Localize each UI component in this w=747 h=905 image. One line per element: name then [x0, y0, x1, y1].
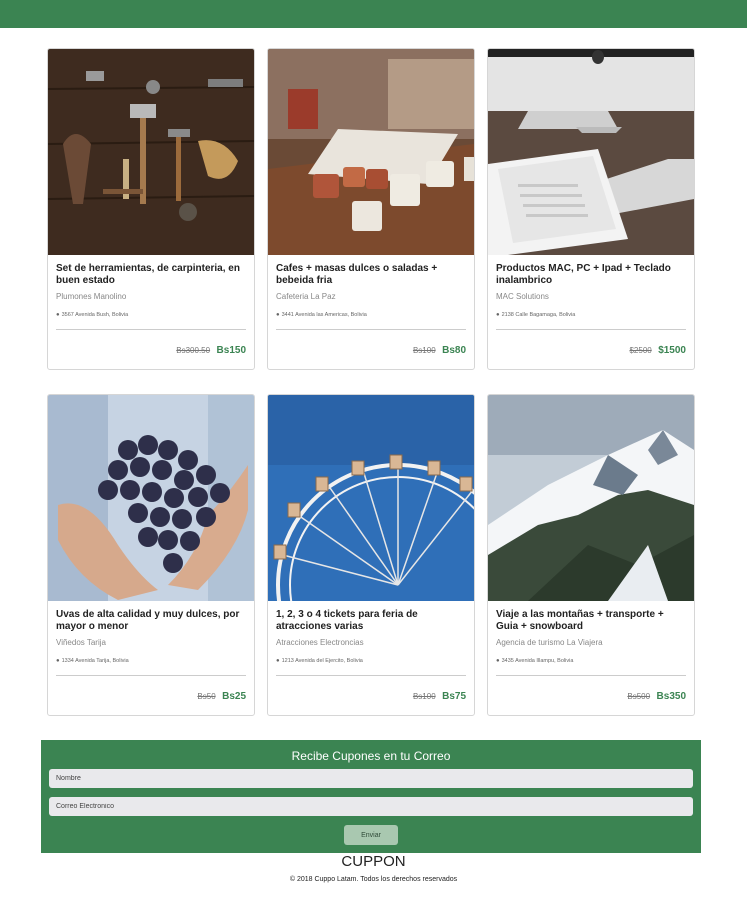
discount-price: Bs25	[222, 691, 246, 702]
map-pin-icon: ●	[56, 658, 60, 664]
vendor-name: Atracciones Electroncias	[276, 638, 364, 647]
divider	[56, 329, 246, 330]
email-field[interactable]	[49, 797, 693, 816]
address-text: 3567 Avenida Bush, Bolivia	[61, 312, 129, 318]
product-title[interactable]: Uvas de alta calidad y muy dulces, por m…	[56, 609, 248, 633]
submit-button[interactable]: Enviar	[344, 825, 398, 845]
address-text: 1213 Avenida del Ejercito, Bolivia	[281, 658, 363, 664]
divider	[496, 329, 686, 330]
address: ● 2138 Calle Bagamaga, Bolivia	[496, 311, 688, 319]
old-price: Bs500	[627, 692, 651, 701]
divider	[496, 675, 686, 676]
discount-price: Bs150	[216, 345, 246, 356]
map-pin-icon: ●	[56, 312, 60, 318]
address: ● 3435 Avenida Illampu, Bolivia	[496, 657, 688, 665]
discount-price: $1500	[658, 345, 686, 356]
address-text: 2138 Calle Bagamaga, Bolivia	[501, 312, 576, 318]
vendor-name: Agencia de turismo La Viajera	[496, 638, 603, 647]
coupon-card[interactable]: Viaje a las montañas + transporte + Guia…	[487, 394, 695, 716]
divider	[276, 675, 466, 676]
discount-price: Bs80	[442, 345, 466, 356]
footer-brand: CUPPON	[341, 853, 406, 870]
coupon-card[interactable]: 1, 2, 3 o 4 tickets para feria de atracc…	[267, 394, 475, 716]
product-image-mountain[interactable]	[488, 395, 694, 601]
old-price: $2500	[629, 346, 652, 355]
coupon-card[interactable]: Productos MAC, PC + Ipad + Teclado inala…	[487, 48, 695, 370]
divider	[276, 329, 466, 330]
price-row: Bs50 Bs25	[197, 686, 246, 704]
coupon-card[interactable]: Uvas de alta calidad y muy dulces, por m…	[47, 394, 255, 716]
product-title[interactable]: Cafes + masas dulces o saladas + bebeida…	[276, 263, 468, 287]
top-header-bar	[0, 0, 747, 28]
vendor-name: MAC Solutions	[496, 292, 549, 301]
product-title[interactable]: 1, 2, 3 o 4 tickets para feria de atracc…	[276, 609, 468, 633]
coupon-card[interactable]: Cafes + masas dulces o saladas + bebeida…	[267, 48, 475, 370]
vendor-name: Cafeteria La Paz	[276, 292, 336, 301]
address-text: 1334 Avenida Tarija, Bolivia	[61, 658, 129, 664]
old-price: Bs300.50	[176, 346, 211, 355]
address: ● 1213 Avenida del Ejercito, Bolivia	[276, 657, 468, 665]
vendor-name: Viñedos Tarija	[56, 638, 106, 647]
price-row: Bs300.50 Bs150	[176, 340, 246, 358]
price-row: $2500 $1500	[629, 340, 686, 358]
address-text: 3435 Avenida Illampu, Bolivia	[501, 658, 574, 664]
map-pin-icon: ●	[276, 312, 280, 318]
address: ● 3441 Avenida las Americas, Bolivia	[276, 311, 468, 319]
newsletter-title: Recibe Cupones en tu Correo	[291, 749, 451, 763]
coupon-card[interactable]: Set de herramientas, de carpinteria, en …	[47, 48, 255, 370]
footer-copyright: © 2018 Cuppo Latam. Todos los derechos r…	[289, 876, 458, 883]
product-image-coffee[interactable]	[268, 49, 474, 255]
price-row: Bs100 Bs80	[413, 340, 466, 358]
address-text: 3441 Avenida las Americas, Bolivia	[281, 312, 367, 318]
address: ● 3567 Avenida Bush, Bolivia	[56, 311, 248, 319]
price-row: Bs100 Bs75	[413, 686, 466, 704]
product-image-grapes[interactable]	[48, 395, 254, 601]
product-image-tools[interactable]	[48, 49, 254, 255]
vendor-name: Plumones Manolino	[56, 292, 127, 301]
newsletter-section: Recibe Cupones en tu Correo Enviar	[41, 740, 701, 853]
product-title[interactable]: Productos MAC, PC + Ipad + Teclado inala…	[496, 263, 688, 287]
product-image-mac[interactable]	[488, 49, 694, 255]
price-row: Bs500 Bs350	[627, 686, 686, 704]
divider	[56, 675, 246, 676]
map-pin-icon: ●	[496, 312, 500, 318]
address: ● 1334 Avenida Tarija, Bolivia	[56, 657, 248, 665]
discount-price: Bs350	[656, 691, 686, 702]
map-pin-icon: ●	[496, 658, 500, 664]
product-title[interactable]: Set de herramientas, de carpinteria, en …	[56, 263, 248, 287]
old-price: Bs50	[197, 692, 216, 701]
old-price: Bs100	[412, 692, 436, 701]
map-pin-icon: ●	[276, 658, 280, 664]
discount-price: Bs75	[442, 691, 466, 702]
old-price: Bs100	[412, 346, 436, 355]
product-title[interactable]: Viaje a las montañas + transporte + Guia…	[496, 609, 688, 633]
product-image-ferris-wheel[interactable]	[268, 395, 474, 601]
name-field[interactable]	[49, 769, 693, 788]
